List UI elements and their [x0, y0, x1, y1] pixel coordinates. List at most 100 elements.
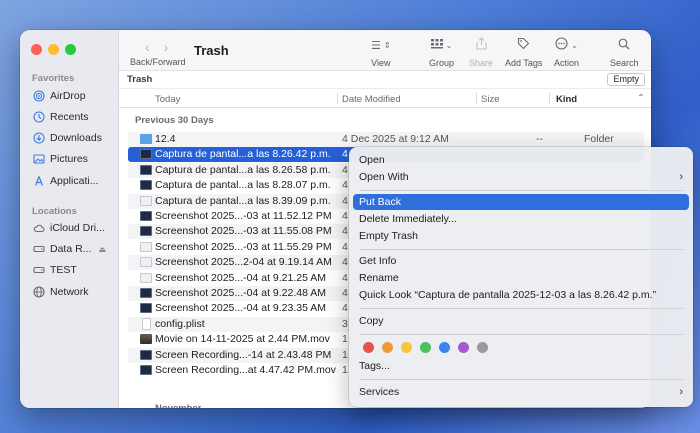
menu-item-put-back[interactable]: Put Back: [353, 194, 689, 210]
file-name: Screenshot 2025...-03 at 11.55.08 PM: [155, 225, 332, 238]
updown-chevron-icon: ⇕: [383, 40, 391, 50]
menu-separator: [359, 190, 683, 191]
forward-arrow-icon[interactable]: ›: [164, 39, 169, 55]
menu-item-empty-trash[interactable]: Empty Trash: [353, 228, 689, 244]
image-thumbnail-icon: [140, 226, 152, 237]
file-row[interactable]: 12.4 4 Dec 2025 at 9:12 AM -- Folder: [128, 132, 644, 147]
file-name: Screenshot 2025...-04 at 9.22.48 AM: [155, 287, 327, 299]
file-name: Screenshot 2025...-04 at 9.23.35 AM: [155, 302, 327, 315]
chevron-down-icon: ⌄: [571, 40, 578, 50]
tag-color-dot[interactable]: [477, 342, 488, 353]
menu-item-open[interactable]: Open: [353, 152, 689, 168]
tag-color-dot[interactable]: [420, 342, 431, 353]
sidebar-item-data[interactable]: Data R... ⏏: [33, 243, 106, 255]
sidebar-item-label: iCloud Dri...: [50, 222, 105, 234]
sidebar-item-label: TEST: [50, 264, 77, 276]
add-tags-label: Add Tags: [505, 58, 543, 68]
tag-colors: [363, 342, 488, 353]
group-heading: November: [155, 403, 201, 408]
action-button[interactable]: ⌄ Action: [554, 37, 579, 68]
file-date: 3: [342, 317, 348, 330]
back-arrow-icon[interactable]: ‹: [145, 39, 150, 55]
sidebar-item-pictures[interactable]: Pictures: [33, 153, 88, 165]
tag-color-dot[interactable]: [382, 342, 393, 353]
sidebar-item-recents[interactable]: Recents: [33, 111, 89, 123]
file-date: 4: [342, 240, 348, 253]
toolbar: ‹ › Back/Forward Trash ☰ ⇕ View ⌄ Group S…: [119, 30, 651, 71]
view-button[interactable]: ☰ ⇕ View: [371, 38, 391, 69]
airdrop-icon: [33, 90, 45, 102]
menu-item-delete-immediately[interactable]: Delete Immediately...: [353, 211, 689, 227]
sidebar-item-label: Downloads: [50, 132, 102, 144]
file-date: 4: [342, 194, 348, 207]
column-divider: [549, 92, 550, 104]
column-divider: [476, 92, 477, 104]
column-date[interactable]: Date Modified: [342, 94, 401, 105]
sidebar-item-test[interactable]: TEST: [33, 264, 77, 276]
tag-color-dot[interactable]: [458, 342, 469, 353]
file-date: 4: [342, 148, 348, 161]
menu-item-get-info[interactable]: Get Info: [353, 253, 689, 269]
minimize-button[interactable]: [48, 44, 59, 55]
file-kind: Folder: [584, 133, 614, 145]
tag-color-dot[interactable]: [401, 342, 412, 353]
image-thumbnail-icon: [140, 211, 152, 221]
menu-item-copy[interactable]: Copy: [353, 313, 689, 329]
window-controls: [31, 44, 76, 55]
file-name: Screen Recording...-14 at 2.43.48 PM: [155, 348, 332, 361]
file-date: 4: [342, 256, 348, 269]
column-size[interactable]: Size: [481, 94, 499, 105]
sidebar-item-label: Data R...: [50, 243, 92, 255]
menu-item-services[interactable]: Services ›: [353, 384, 689, 400]
image-thumbnail-icon: [140, 149, 152, 160]
file-date: 4 Dec 2025 at 9:12 AM: [342, 133, 449, 145]
column-kind[interactable]: Kind: [556, 94, 577, 105]
chevron-down-icon: ⌄: [445, 40, 453, 50]
tag-color-dot[interactable]: [439, 342, 450, 353]
image-thumbnail-icon: [140, 164, 152, 175]
eject-icon[interactable]: ⏏: [98, 245, 106, 254]
menu-separator: [359, 249, 683, 250]
file-name: Captura de pantal...a las 8.39.09 p.m.: [155, 194, 331, 207]
menu-item-label: Open With: [359, 171, 409, 183]
menu-item-quick-look[interactable]: Quick Look “Captura de pantalla 2025-12-…: [353, 287, 689, 303]
applications-icon: [33, 175, 45, 187]
sidebar-item-network[interactable]: Network: [33, 286, 89, 298]
sidebar: Favorites AirDrop Recents Downloads Pict…: [20, 30, 119, 408]
zoom-button[interactable]: [65, 44, 76, 55]
file-name: Screenshot 2025...-04 at 9.21.25 AM: [155, 271, 327, 284]
file-name: Captura de pantal...a las 8.26.42 p.m.: [155, 148, 331, 161]
favorites-heading: Favorites: [32, 73, 75, 84]
add-tags-button[interactable]: Add Tags: [505, 37, 543, 68]
sidebar-item-airdrop[interactable]: AirDrop: [33, 90, 86, 102]
menu-separator: [359, 308, 683, 309]
menu-separator: [359, 334, 683, 335]
file-date: 4: [342, 287, 348, 299]
file-date: 4: [342, 179, 348, 192]
share-button[interactable]: Share: [469, 37, 493, 68]
sidebar-item-icloud[interactable]: iCloud Dri...: [33, 222, 105, 234]
image-thumbnail-icon: [140, 365, 152, 375]
cloud-icon: [33, 222, 45, 234]
tag-color-dot[interactable]: [363, 342, 374, 353]
menu-item-rename[interactable]: Rename: [353, 270, 689, 286]
image-thumbnail-icon: [140, 272, 152, 283]
download-icon: [33, 132, 45, 144]
group-button[interactable]: ⌄ Group: [429, 38, 454, 68]
column-name[interactable]: Today: [155, 94, 180, 105]
sidebar-item-label: Applicati...: [50, 175, 99, 187]
folder-icon: [140, 134, 152, 144]
view-label: View: [371, 58, 391, 68]
close-button[interactable]: [31, 44, 42, 55]
tag-icon: [517, 37, 530, 53]
empty-trash-button[interactable]: Empty: [607, 73, 645, 86]
file-date: 4: [342, 163, 348, 176]
search-button[interactable]: Search: [610, 38, 639, 68]
path-title: Trash: [127, 74, 153, 85]
sidebar-item-applications[interactable]: Applicati...: [33, 175, 98, 187]
file-date: 1: [342, 364, 348, 376]
menu-item-tags[interactable]: Tags...: [353, 358, 689, 374]
menu-item-open-with[interactable]: Open With ›: [353, 169, 689, 185]
sidebar-item-downloads[interactable]: Downloads: [33, 132, 102, 144]
clock-icon: [33, 111, 45, 123]
